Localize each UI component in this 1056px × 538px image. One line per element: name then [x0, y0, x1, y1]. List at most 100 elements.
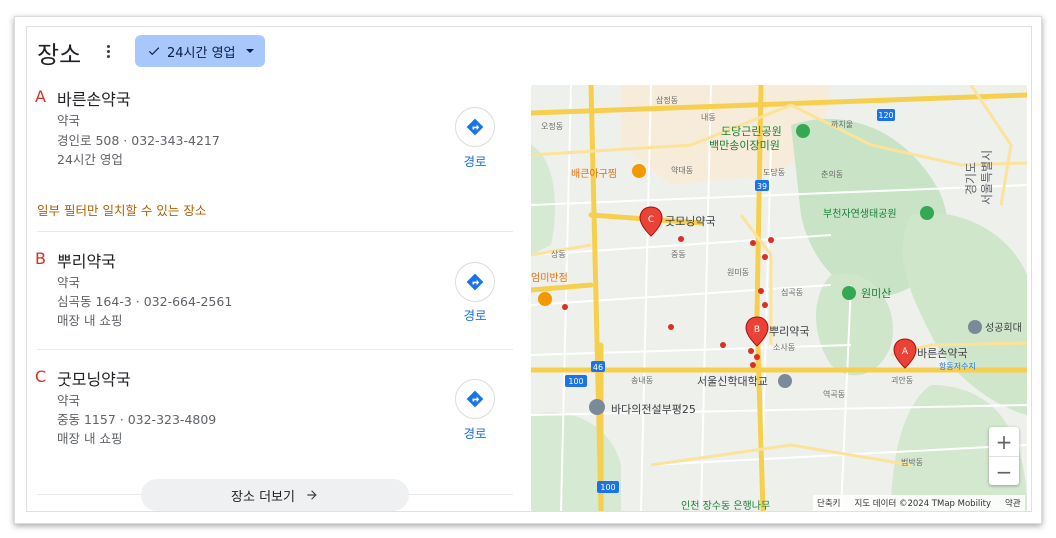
svg-text:39: 39 — [757, 182, 767, 191]
svg-text:C: C — [648, 215, 654, 225]
place-letter: A — [35, 87, 46, 106]
road-shield: 100 — [597, 481, 619, 493]
map-attribution: 단축키 지도 데이터 ©2024 TMap Mobility 약관 — [813, 495, 1025, 511]
list-item-place-a[interactable]: A 바른손약국 약국 경인로 508 · 032-343-4217 24시간 영… — [35, 87, 515, 187]
map-view[interactable]: 120 39 46 100 100 삼정동 내동 약대동 도당동 춘의동 중동 — [531, 85, 1027, 511]
directions-button[interactable] — [455, 262, 495, 302]
directions-icon — [466, 118, 484, 136]
poi-label: 배큰아구찜 — [571, 168, 617, 180]
place-feature: 매장 내 쇼핑 — [57, 431, 123, 446]
place-letter: C — [35, 367, 47, 386]
poi-label: 도당근린공원 — [721, 125, 782, 138]
restaurant-icon — [538, 292, 552, 306]
zoom-controls: + − — [989, 427, 1019, 485]
map-label: 역곡동 — [823, 389, 845, 399]
poi-label: 인천 장수동 은행나무 — [681, 500, 770, 511]
directions-label[interactable]: 경로 — [451, 151, 499, 170]
place-name[interactable]: 뿌리약국 — [57, 248, 116, 272]
poi-label: 서울신학대학교 — [697, 375, 768, 388]
map-label: 심곡동 — [781, 287, 803, 297]
divider — [37, 349, 513, 350]
open-24h-filter-chip[interactable]: 24시간 영업 — [135, 35, 265, 67]
place-category: 약국 — [57, 393, 81, 408]
svg-text:120: 120 — [878, 111, 893, 120]
poi-label: 엄미반점 — [531, 272, 568, 284]
map-label: 도당동 — [763, 167, 785, 177]
more-places-label: 장소 더보기 — [231, 489, 295, 505]
map-label: 약대동 — [671, 165, 693, 175]
directions-label[interactable]: 경로 — [451, 305, 499, 324]
pin-label: 굿모닝약국 — [665, 214, 716, 228]
poi-label: 항동저수지 — [939, 362, 976, 371]
poi-label: 부천자연생태공원 — [823, 208, 897, 220]
directions-label[interactable]: 경로 — [451, 423, 499, 442]
more-options-icon[interactable] — [103, 41, 113, 61]
map-label: 송내동 — [631, 376, 653, 385]
directions-icon — [466, 390, 484, 408]
poi-label: 성공회대 — [985, 322, 1022, 334]
region-label: 경기도 — [964, 162, 978, 195]
check-icon — [148, 47, 160, 56]
list-item-place-c[interactable]: C 굿모닝약국 약국 중동 1157 · 032-323-4809 매장 내 쇼… — [35, 367, 515, 467]
directions-button[interactable] — [455, 379, 495, 419]
list-item-place-b[interactable]: B 뿌리약국 약국 심곡동 164-3 · 032-664-2561 매장 내 … — [35, 249, 515, 349]
place-letter: B — [35, 249, 46, 268]
map-data-credit: 지도 데이터 ©2024 TMap Mobility — [854, 499, 992, 509]
place-icon — [589, 399, 605, 415]
place-category: 약국 — [57, 113, 81, 128]
place-hours: 24시간 영업 — [57, 152, 123, 167]
poi-label: 원미산 — [861, 287, 891, 300]
terms-link[interactable]: 약관 — [1005, 497, 1021, 509]
map-label: 소사동 — [773, 343, 795, 352]
region-label: 서울특별시 — [980, 150, 994, 205]
keyboard-shortcuts-link[interactable]: 단축키 — [817, 497, 840, 509]
zoom-in-button[interactable]: + — [989, 427, 1019, 456]
map-label: 중동 — [671, 250, 686, 259]
svg-text:B: B — [754, 325, 760, 335]
svg-text:100: 100 — [568, 377, 583, 386]
zoom-out-button[interactable]: − — [989, 457, 1019, 486]
place-address-phone: 경인로 508 · 032-343-4217 — [57, 133, 220, 148]
map-label: 원미동 — [727, 268, 749, 277]
map-label: 범박동 — [901, 457, 923, 467]
map-label: 오정동 — [541, 121, 563, 131]
road-shield: 39 — [755, 180, 769, 191]
poi-label: 바다의전설부평25 — [611, 403, 696, 416]
park-icon — [920, 206, 934, 220]
park-icon — [796, 124, 810, 138]
pin-label: 뿌리약국 — [769, 324, 809, 338]
place-address-phone: 심곡동 164-3 · 032-664-2561 — [57, 294, 233, 309]
school-icon — [968, 320, 982, 334]
svg-text:46: 46 — [593, 363, 603, 372]
map-label: 춘의동 — [821, 169, 843, 179]
divider — [37, 231, 513, 232]
map-label: 까치울 — [831, 120, 853, 129]
svg-text:A: A — [902, 347, 909, 357]
places-card: 장소 24시간 영업 A 바른손약국 약국 경인로 508 · 032-343-… — [26, 26, 1032, 512]
map-label: 내동 — [701, 113, 716, 122]
place-address-phone: 중동 1157 · 032-323-4809 — [57, 412, 217, 427]
place-name[interactable]: 굿모닝약국 — [57, 366, 131, 390]
map-label: 상동 — [551, 249, 566, 259]
road-shield: 100 — [565, 375, 587, 387]
place-name[interactable]: 바른손약국 — [57, 86, 131, 110]
more-places-button[interactable]: 장소 더보기 — [141, 479, 409, 511]
page-title: 장소 — [37, 41, 82, 69]
map-label: 삼정동 — [656, 95, 678, 105]
road-shield: 120 — [877, 109, 895, 121]
map-label: 괴안동 — [891, 375, 913, 385]
directions-icon — [466, 273, 484, 291]
chevron-down-icon — [245, 49, 254, 53]
place-category: 약국 — [57, 275, 81, 290]
svg-text:100: 100 — [600, 483, 615, 492]
place-feature: 매장 내 쇼핑 — [57, 313, 123, 328]
filter-chip-label: 24시간 영업 — [167, 45, 236, 61]
directions-button[interactable] — [455, 107, 495, 147]
park-icon — [842, 286, 856, 300]
restaurant-icon — [632, 164, 646, 178]
arrow-right-icon — [307, 490, 317, 500]
partial-match-note: 일부 필터만 일치할 수 있는 장소 — [37, 203, 207, 218]
school-icon — [778, 374, 792, 388]
road-shield: 46 — [591, 361, 605, 372]
poi-label: 백만송이장미원 — [709, 139, 780, 152]
